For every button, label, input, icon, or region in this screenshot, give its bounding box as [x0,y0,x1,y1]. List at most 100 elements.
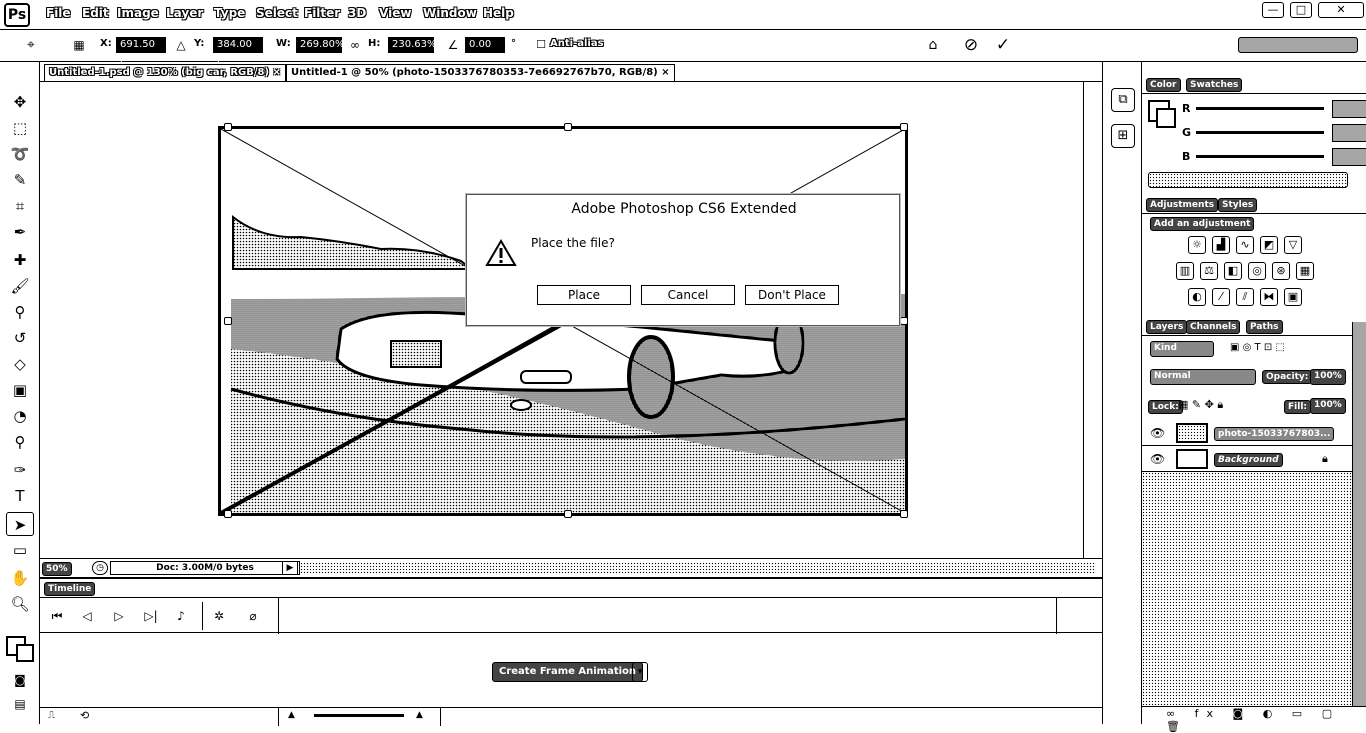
quick-mask-icon[interactable]: ◙ [6,668,34,692]
commit-transform-icon[interactable]: ✓ [994,36,1012,54]
layer-row[interactable]: 👁︎ Background 🔒︎ [1142,446,1352,472]
history-icon[interactable]: ⧉ [1111,88,1135,112]
menu-view[interactable]: View [377,6,413,20]
quick-select-tool-icon[interactable]: ✎ [6,168,34,192]
layer-row[interactable]: 👁︎ photo-15033767803... [1142,420,1352,446]
dont-place-button[interactable]: Don't Place [745,285,839,305]
menu-image[interactable]: Image [115,6,161,20]
blur-tool-icon[interactable]: ◔ [6,404,34,428]
fill-field[interactable]: 100% [1310,398,1346,414]
settings-icon[interactable]: ✲ [210,608,228,624]
transform-handle[interactable] [564,510,572,518]
marquee-tool-icon[interactable]: ⬚ [6,116,34,140]
tab-adjustments[interactable]: Adjustments [1146,198,1219,212]
tab-close-icon[interactable]: × [661,67,669,78]
horizontal-scrollbar[interactable] [300,562,1096,574]
status-arrow-icon[interactable]: ▶ [282,561,298,575]
value-field[interactable] [1332,124,1366,142]
crop-tool-icon[interactable]: ⌗ [6,194,34,218]
healing-tool-icon[interactable]: ✚ [6,248,34,272]
y-field[interactable]: 384.00 px [213,37,263,64]
tab-color[interactable]: Color [1146,78,1181,92]
transition-icon[interactable]: ⌀ [244,608,262,624]
value-field[interactable] [1332,100,1366,118]
tab-close-icon[interactable]: × [273,67,281,78]
w-field[interactable]: 269.80% [296,37,345,53]
transform-handle[interactable] [900,123,908,131]
relative-position-icon[interactable]: △ [172,36,190,54]
menu-help[interactable]: Help [481,6,516,20]
antialias-checkbox[interactable]: ☐ [532,36,550,54]
photo-filter-icon[interactable]: ◎ [1248,262,1266,280]
stamp-tool-icon[interactable]: ⚲ [6,300,34,324]
color-lookup-icon[interactable]: ▦ [1296,262,1314,280]
screen-mode-icon[interactable]: ▤ [6,692,34,716]
render-icon[interactable]: ⎍ [48,710,55,721]
h-field[interactable]: 230.63% [388,37,437,53]
menu-type[interactable]: Type [212,6,247,20]
hand-tool-icon[interactable]: ✋ [6,566,34,590]
angle-field[interactable]: 0.00 [465,37,505,53]
kind-filter[interactable]: Kind [1150,341,1214,357]
tab-untitled-1[interactable]: Untitled-1 @ 50% (photo-1503376780353-7e… [286,64,675,81]
black-white-icon[interactable]: ◧ [1224,262,1242,280]
workspace-switcher[interactable] [1238,37,1358,53]
eyedropper-tool-icon[interactable]: ✒ [6,220,34,244]
menu-layer[interactable]: Layer [164,6,205,20]
transform-handle[interactable] [224,510,232,518]
brightness-icon[interactable]: ☼ [1188,236,1206,254]
minimize-button[interactable]: — [1262,2,1284,18]
zoom-in-icon[interactable]: ▲ [416,710,423,720]
tab-styles[interactable]: Styles [1218,198,1258,212]
menu-window[interactable]: Window [421,6,479,20]
background-color[interactable] [16,644,34,662]
zoom-out-icon[interactable]: ▲ [288,710,295,720]
eraser-tool-icon[interactable]: ◇ [6,352,34,376]
menu-3d[interactable]: 3D [346,6,368,20]
zoom-level[interactable]: 50% [42,562,72,576]
layers-footer-icons[interactable]: ∞ fx ◙ ◐ ▭ ▢ 🗑︎ [1142,706,1366,733]
tab-channels[interactable]: Channels [1186,320,1241,334]
blend-mode-select[interactable]: Normal [1150,369,1256,385]
channel-mixer-icon[interactable]: ⊛ [1272,262,1290,280]
warp-icon[interactable]: ⌂ [924,36,942,54]
menu-select[interactable]: Select [254,6,300,20]
gradient-tool-icon[interactable]: ▣ [6,378,34,402]
tab-untitled-psd[interactable]: Untitled-1.psd @ 130% (big car, RGB/8) × [44,64,286,81]
menu-edit[interactable]: Edit [80,6,111,20]
transform-handle[interactable] [900,510,908,518]
transform-handle[interactable] [900,317,908,325]
hue-icon[interactable]: ▥ [1176,262,1194,280]
threshold-icon[interactable]: ⫽ [1236,288,1254,306]
invert-icon[interactable]: ◐ [1188,288,1206,306]
x-field[interactable]: 691.50 px [116,37,166,64]
tab-timeline[interactable]: Timeline [44,582,96,596]
convert-icon[interactable]: ⟲ [80,709,89,722]
transform-preset-icon[interactable]: ⌖ [22,36,40,54]
zoom-tool-icon[interactable]: 🔍︎ [6,592,34,616]
close-button[interactable]: ✕ [1318,2,1364,18]
cancel-transform-icon[interactable]: ⊘ [962,36,980,54]
filter-icons[interactable]: ▣ ◎ T ⊡ ⬚ [1230,342,1285,353]
reference-point-icon[interactable]: ▦ [70,36,88,54]
eye-icon[interactable]: 👁︎ [1150,452,1165,466]
menu-filter[interactable]: Filter [302,6,342,20]
transform-handle[interactable] [564,123,572,131]
pen-tool-icon[interactable]: ✑ [6,458,34,482]
place-button[interactable]: Place [537,285,631,305]
background-swatch[interactable] [1156,108,1176,128]
play-icon[interactable]: ▷ [110,608,128,624]
type-tool-icon[interactable]: T [6,484,34,508]
tab-paths[interactable]: Paths [1246,320,1283,334]
status-menu-icon[interactable]: ◷ [92,561,108,575]
history-brush-tool-icon[interactable]: ↺ [6,326,34,350]
color-ramp[interactable] [1148,172,1348,188]
lasso-tool-icon[interactable]: ➰ [6,142,34,166]
tab-swatches[interactable]: Swatches [1186,78,1243,92]
next-frame-icon[interactable]: ▷| [142,608,160,624]
move-tool-icon[interactable]: ✥ [6,90,34,114]
shape-tool-icon[interactable]: ▭ [6,538,34,562]
posterize-icon[interactable]: ⁄ [1212,288,1230,306]
chevron-down-icon[interactable]: ▾ [632,662,648,682]
gradient-map-icon[interactable]: ⧓ [1260,288,1278,306]
